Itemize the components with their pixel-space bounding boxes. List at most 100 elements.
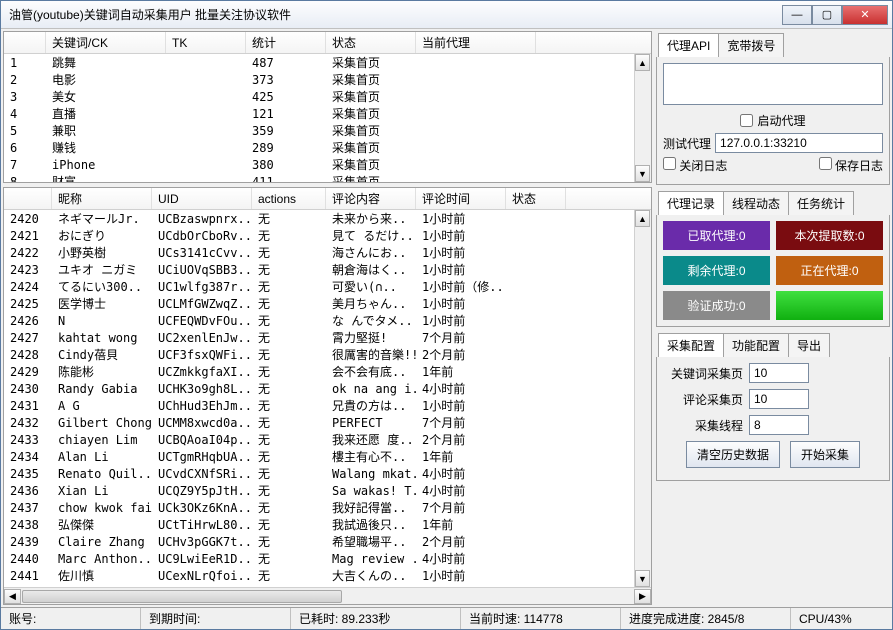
column-header[interactable]: 统计 xyxy=(246,32,326,53)
cell: 无 xyxy=(252,516,326,533)
close-button[interactable]: ✕ xyxy=(842,5,888,25)
table-row[interactable]: 6赚钱289采集首页 xyxy=(4,139,651,156)
cell: 2428 xyxy=(4,348,52,362)
table-row[interactable]: 2440Marc Anthon..UC9LwiEeR1D..无Mag revie… xyxy=(4,550,651,567)
table-row[interactable]: 2430Randy GabiaUCHK3o9gh8L..无ok na ang i… xyxy=(4,380,651,397)
tab-export[interactable]: 导出 xyxy=(788,333,830,357)
cell: 1 xyxy=(4,56,46,70)
cell: UCLMfGWZwqZ.. xyxy=(152,297,252,311)
proxy-api-textarea[interactable] xyxy=(663,63,883,105)
cell: 无 xyxy=(252,499,326,516)
scroll-up-icon[interactable]: ▲ xyxy=(635,210,650,227)
cm-pages-label: 评论采集页 xyxy=(663,391,743,408)
column-header[interactable] xyxy=(4,32,46,53)
save-log-label: 保存日志 xyxy=(835,159,883,173)
hscrollbar[interactable]: ◀ ▶ xyxy=(4,587,651,604)
table-row[interactable]: 2431A GUChHud3EhJm..无兄貴の方は..1小时前 xyxy=(4,397,651,414)
column-header[interactable]: 状态 xyxy=(506,188,566,209)
table-row[interactable]: 7iPhone380采集首页 xyxy=(4,156,651,173)
table-row[interactable]: 2441佐川慎UCexNLrQfoi..无大吉くんの..1小时前 xyxy=(4,567,651,584)
minimize-button[interactable]: — xyxy=(782,5,812,25)
cell: 电影 xyxy=(46,71,166,88)
clear-history-button[interactable]: 清空历史数据 xyxy=(686,441,780,468)
table-row[interactable]: 2423ユキオ ニガミUCiUOVqSBB3..无朝倉海はく..1小时前 xyxy=(4,261,651,278)
cell: UCk3OKz6KnA.. xyxy=(152,501,252,515)
scroll-up-icon[interactable]: ▲ xyxy=(635,54,650,71)
save-log-checkbox[interactable] xyxy=(819,157,832,170)
table-row[interactable]: 2427kahtat wongUC2xenlEnJw..无霄力堅挺!7个月前 xyxy=(4,329,651,346)
column-header[interactable]: 评论时间 xyxy=(416,188,506,209)
scroll-right-icon[interactable]: ▶ xyxy=(634,589,651,604)
scroll-down-icon[interactable]: ▼ xyxy=(635,165,650,182)
table-row[interactable]: 2426NUCFEQWDvFOu..无な んでタメ..1小时前 xyxy=(4,312,651,329)
start-collect-button[interactable]: 开始采集 xyxy=(790,441,860,468)
maximize-button[interactable]: ▢ xyxy=(812,5,842,25)
tab-task-stats[interactable]: 任务统计 xyxy=(788,191,854,215)
scroll-left-icon[interactable]: ◀ xyxy=(4,589,21,604)
table-row[interactable]: 2428Cindy蓓貝UCF3fsxQWFi..无很厲害的音樂!!2个月前 xyxy=(4,346,651,363)
test-proxy-input[interactable] xyxy=(715,133,883,153)
tab-broadband[interactable]: 宽带拨号 xyxy=(718,33,784,57)
table-row[interactable]: 2425医学博士UCLMfGWZwqZ..无美月ちゃん..1小时前 xyxy=(4,295,651,312)
cell: 无 xyxy=(252,329,326,346)
table-row[interactable]: 2422小野英樹UCs3141cCvv..无海さんにお..1小时前 xyxy=(4,244,651,261)
vscrollbar[interactable]: ▲ ▼ xyxy=(634,210,651,587)
table-row[interactable]: 3美女425采集首页 xyxy=(4,88,651,105)
table-row[interactable]: 2424てるにい300..UC1wlfg387r..无可愛い‪(∩..1小时前（… xyxy=(4,278,651,295)
tab-proxy-api[interactable]: 代理API xyxy=(658,33,719,57)
column-header[interactable]: TK xyxy=(166,32,246,53)
threads-label: 采集线程 xyxy=(663,417,743,434)
table-row[interactable]: 2438弘傑傑UCtTiHrwL80..无我試過後只..1年前 xyxy=(4,516,651,533)
cell: 2429 xyxy=(4,365,52,379)
cell: UCBQAoaI04p.. xyxy=(152,433,252,447)
tab-collect-config[interactable]: 采集配置 xyxy=(658,333,724,357)
column-header[interactable]: 评论内容 xyxy=(326,188,416,209)
cell: ok na ang i.. xyxy=(326,382,416,396)
column-header[interactable]: UID xyxy=(152,188,252,209)
column-header[interactable]: 关键词/CK xyxy=(46,32,166,53)
table-row[interactable]: 2436Xian LiUCQZ9Y5pJtH..无Sa wakas! T..4小… xyxy=(4,482,651,499)
table-row[interactable]: 2429陈能彬UCZmkkgfaXI..无会不会有底..1年前 xyxy=(4,363,651,380)
threads-input[interactable] xyxy=(749,415,809,435)
cell: UCBzaswpnrx.. xyxy=(152,212,252,226)
stat-fetched-count: 本次提取数:0 xyxy=(776,221,883,250)
cell: UCTgmRHqbUA.. xyxy=(152,450,252,464)
tab-thread-state[interactable]: 线程动态 xyxy=(723,191,789,215)
cell: 2422 xyxy=(4,246,52,260)
table-row[interactable]: 4直播121采集首页 xyxy=(4,105,651,122)
tab-proxy-record[interactable]: 代理记录 xyxy=(658,191,724,215)
cell: 487 xyxy=(246,56,326,70)
table-row[interactable]: 8财富411采集首页 xyxy=(4,173,651,183)
cell: 希望職場平.. xyxy=(326,533,416,550)
table-row[interactable]: 5兼职359采集首页 xyxy=(4,122,651,139)
table-row[interactable]: 2439Claire ZhangUCHv3pGGK7t..无希望職場平..2个月… xyxy=(4,533,651,550)
cell: 无 xyxy=(252,363,326,380)
close-log-checkbox[interactable] xyxy=(663,157,676,170)
tab-func-config[interactable]: 功能配置 xyxy=(723,333,789,357)
scroll-down-icon[interactable]: ▼ xyxy=(635,570,650,587)
table-row[interactable]: 2420ネギマールJr.UCBzaswpnrx..无未来から来..1小时前 xyxy=(4,210,651,227)
cm-pages-input[interactable] xyxy=(749,389,809,409)
column-header[interactable]: 当前代理 xyxy=(416,32,536,53)
table-row[interactable]: 2432Gilbert ChongUCMM8xwcd0a..无PERFECT7个… xyxy=(4,414,651,431)
vscrollbar[interactable]: ▲ ▼ xyxy=(634,54,651,182)
column-header[interactable] xyxy=(4,188,52,209)
table-row[interactable]: 2437chow kwok faiUCk3OKz6KnA..无我好記得當..7个… xyxy=(4,499,651,516)
kw-pages-input[interactable] xyxy=(749,363,809,383)
table-row[interactable]: 2434Alan LiUCTgmRHqbUA..无樓主有心不..1年前 xyxy=(4,448,651,465)
table-row[interactable]: 2421おにぎりUCdbOrCboRv..无見て るだけ..1小时前 xyxy=(4,227,651,244)
column-header[interactable]: actions xyxy=(252,188,326,209)
titlebar[interactable]: 油管(youtube)关键词自动采集用户 批量关注协议软件 — ▢ ✕ xyxy=(1,1,892,29)
cell: UCs3141cCvv.. xyxy=(152,246,252,260)
cell: 2424 xyxy=(4,280,52,294)
table-row[interactable]: 1跳舞487采集首页 xyxy=(4,54,651,71)
cell: おにぎり xyxy=(52,227,152,244)
column-header[interactable]: 昵称 xyxy=(52,188,152,209)
cell: 1小时前 xyxy=(416,397,506,414)
table-row[interactable]: 2433chiayen LimUCBQAoaI04p..无我来还愿 度..2个月… xyxy=(4,431,651,448)
enable-proxy-checkbox[interactable] xyxy=(740,114,753,127)
hscroll-thumb[interactable] xyxy=(22,590,342,603)
column-header[interactable]: 状态 xyxy=(326,32,416,53)
table-row[interactable]: 2电影373采集首页 xyxy=(4,71,651,88)
table-row[interactable]: 2435Renato Quil..UCvdCXNfSRi..无Walang mk… xyxy=(4,465,651,482)
